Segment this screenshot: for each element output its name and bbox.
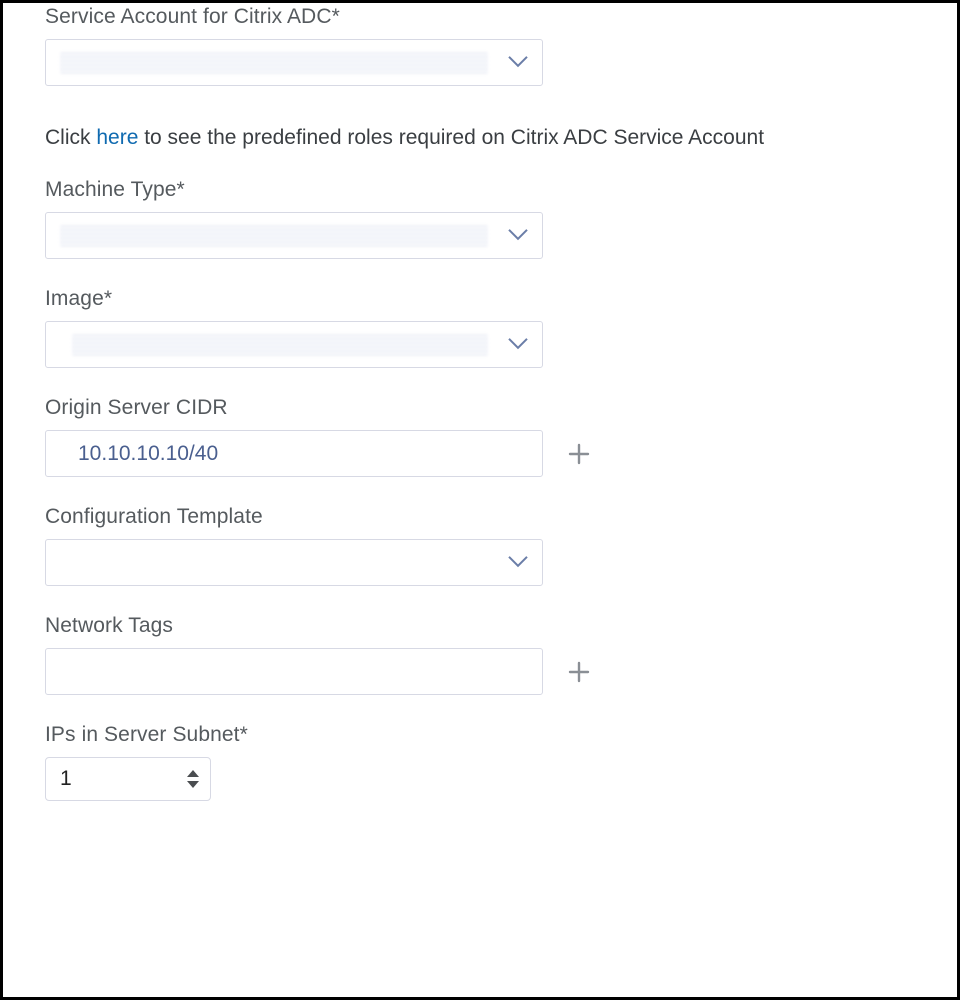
value-ips-subnet: 1: [60, 767, 72, 791]
helper-text: Click here to see the predefined roles r…: [45, 126, 915, 150]
select-config-template[interactable]: [45, 539, 543, 586]
field-origin-cidr: Origin Server CIDR 10.10.10.10/40: [45, 396, 915, 477]
label-machine-type: Machine Type*: [45, 178, 915, 202]
select-image[interactable]: [45, 321, 543, 368]
input-origin-cidr[interactable]: 10.10.10.10/40: [45, 430, 543, 477]
redacted-value: [60, 225, 488, 247]
field-network-tags: Network Tags: [45, 614, 915, 695]
helper-prefix: Click: [45, 126, 96, 149]
label-network-tags: Network Tags: [45, 614, 915, 638]
select-machine-type[interactable]: [45, 212, 543, 259]
label-config-template: Configuration Template: [45, 505, 915, 529]
field-image: Image*: [45, 287, 915, 368]
stepper-up-icon: [186, 769, 200, 778]
chevron-down-icon: [508, 555, 528, 567]
stepper-down-icon: [186, 780, 200, 789]
form-panel: Service Account for Citrix ADC* Click he…: [0, 0, 960, 1000]
helper-suffix: to see the predefined roles required on …: [138, 126, 764, 149]
redacted-value: [72, 334, 488, 356]
add-tag-button[interactable]: [567, 660, 591, 684]
helper-link[interactable]: here: [96, 126, 138, 149]
chevron-down-icon: [508, 228, 528, 240]
select-service-account[interactable]: [45, 39, 543, 86]
redacted-value: [60, 52, 488, 74]
label-image: Image*: [45, 287, 915, 311]
number-stepper[interactable]: [186, 769, 200, 789]
field-config-template: Configuration Template: [45, 505, 915, 586]
chevron-down-icon: [508, 55, 528, 67]
add-cidr-button[interactable]: [567, 442, 591, 466]
label-ips-subnet: IPs in Server Subnet*: [45, 723, 915, 747]
input-ips-subnet[interactable]: 1: [45, 757, 211, 801]
input-network-tags[interactable]: [45, 648, 543, 695]
value-origin-cidr: 10.10.10.10/40: [60, 442, 218, 466]
label-origin-cidr: Origin Server CIDR: [45, 396, 915, 420]
field-ips-subnet: IPs in Server Subnet* 1: [45, 723, 915, 801]
field-service-account: Service Account for Citrix ADC*: [45, 5, 915, 86]
field-machine-type: Machine Type*: [45, 178, 915, 259]
chevron-down-icon: [508, 337, 528, 349]
label-service-account: Service Account for Citrix ADC*: [45, 5, 915, 29]
